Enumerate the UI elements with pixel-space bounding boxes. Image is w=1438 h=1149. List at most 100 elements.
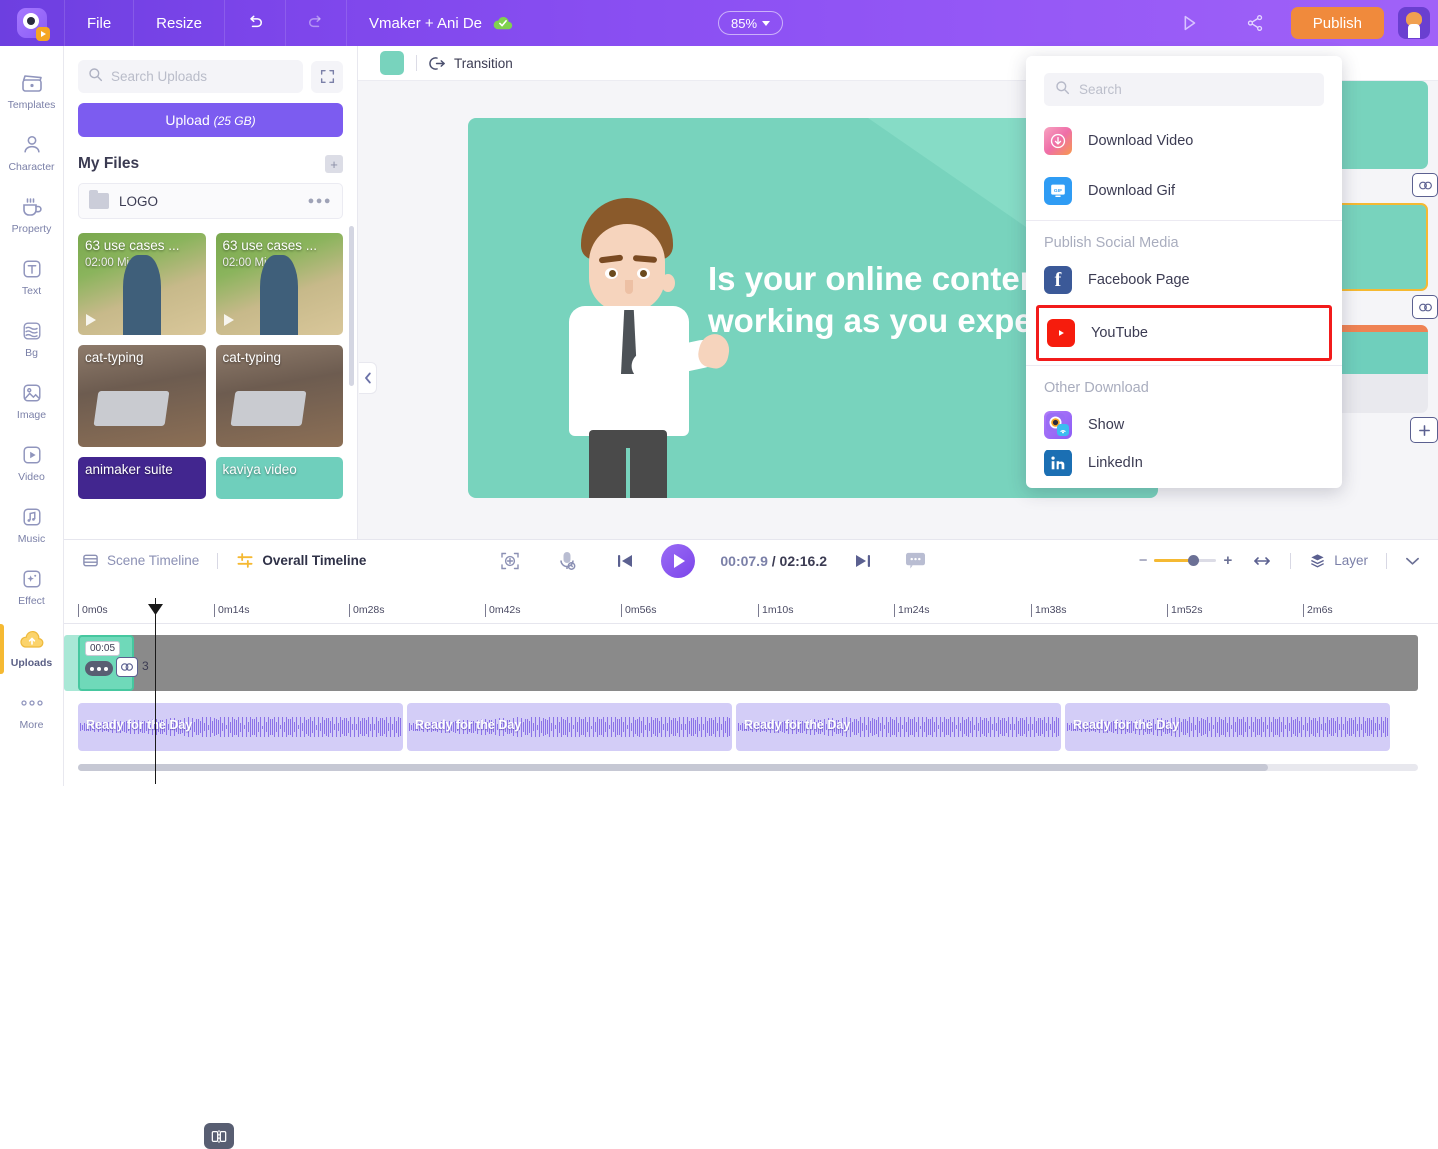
upload-thumbnail[interactable]: kaviya video <box>215 457 343 499</box>
menu-item-download-gif[interactable]: GIF Download Gif <box>1026 166 1342 216</box>
character-illustration[interactable] <box>533 198 733 498</box>
upload-thumbnail[interactable]: 63 use cases ... 02:00 Min. <box>215 233 343 335</box>
play-icon[interactable] <box>223 314 234 326</box>
zoom-level-selector[interactable]: 85% <box>718 11 784 35</box>
character-ear <box>661 274 675 292</box>
ruler-tick: 1m24s <box>894 604 930 617</box>
zoom-in-button[interactable]: + <box>1223 552 1232 569</box>
audio-clip-name: Ready for the Day <box>415 718 522 732</box>
menu-item-facebook-page[interactable]: f Facebook Page <box>1026 255 1342 305</box>
search-uploads-input[interactable] <box>111 69 293 84</box>
transition-button[interactable]: Transition <box>429 56 513 71</box>
ruler-tick: 0m0s <box>78 604 108 617</box>
user-avatar[interactable] <box>1398 7 1430 39</box>
sidebar-item-music[interactable]: Music <box>0 494 64 556</box>
play-icon[interactable] <box>86 314 96 326</box>
record-voice-icon[interactable] <box>557 550 577 572</box>
playhead[interactable] <box>148 598 163 784</box>
zoom-out-button[interactable]: − <box>1139 552 1148 569</box>
left-rail: Templates Character Property Text Bg Ima… <box>0 46 64 786</box>
logo-badge-icon <box>36 27 50 41</box>
collapse-timeline-icon[interactable] <box>1405 556 1420 566</box>
transition-label: Transition <box>454 55 513 71</box>
menu-item-youtube[interactable]: YouTube <box>1039 308 1329 358</box>
upload-button[interactable]: Upload (25 GB) <box>78 103 343 137</box>
dropdown-section-other: Other Download <box>1044 380 1149 396</box>
video-track[interactable]: 00:05 3 <box>64 635 1418 691</box>
upload-thumbnail[interactable]: 63 use cases ... 02:00 Min. <box>78 233 206 335</box>
fit-to-screen-icon[interactable] <box>499 550 521 572</box>
sidebar-item-more[interactable]: More <box>0 680 64 742</box>
character-eye <box>605 268 618 279</box>
folder-item-logo[interactable]: LOGO ●●● <box>78 183 343 219</box>
publish-button[interactable]: Publish <box>1290 7 1384 39</box>
tab-scene-timeline[interactable]: Scene Timeline <box>82 552 199 569</box>
sidebar-item-text[interactable]: Text <box>0 246 64 308</box>
zoom-slider-knob[interactable] <box>1188 555 1200 566</box>
clip-options-icon[interactable] <box>85 661 113 676</box>
sidebar-item-character[interactable]: Character <box>0 122 64 184</box>
subtitle-icon[interactable] <box>904 551 927 570</box>
sidebar-item-effect[interactable]: Effect <box>0 556 64 618</box>
undo-icon[interactable] <box>225 0 285 46</box>
upload-thumbnail[interactable]: cat-typing <box>215 345 343 447</box>
sidebar-item-property[interactable]: Property <box>0 184 64 246</box>
character-icon <box>19 133 45 157</box>
audio-clip[interactable]: Ready for the Day <box>736 703 1061 751</box>
menu-item-download-video[interactable]: Download Video <box>1026 116 1342 166</box>
layer-button[interactable]: Layer <box>1309 552 1368 569</box>
sidebar-item-image[interactable]: Image <box>0 370 64 432</box>
project-title-wrap[interactable]: Vmaker + Ani De <box>347 15 514 32</box>
dropdown-search-input[interactable] <box>1079 82 1313 97</box>
audio-clip[interactable]: Ready for the Day <box>78 703 403 751</box>
ruler-tick: 0m28s <box>349 604 385 617</box>
sidebar-item-bg[interactable]: Bg <box>0 308 64 370</box>
more-icon <box>19 691 45 715</box>
upload-thumbnail[interactable]: cat-typing <box>78 345 206 447</box>
menu-item-show[interactable]: Show <box>1026 400 1342 450</box>
menu-item-label: YouTube <box>1091 325 1148 341</box>
menu-file[interactable]: File <box>65 0 133 46</box>
character-eye <box>637 268 650 279</box>
link-scenes-icon[interactable] <box>1412 173 1438 197</box>
zoom-slider-track[interactable] <box>1154 555 1217 566</box>
app-logo[interactable] <box>0 0 64 46</box>
export-dropdown-menu: Download Video GIF Download Gif Publish … <box>1026 56 1342 488</box>
clip-link-icon[interactable] <box>116 657 138 677</box>
audio-track[interactable]: Ready for the Day Ready for the Day Read… <box>78 703 1418 751</box>
tab-overall-timeline[interactable]: Overall Timeline <box>236 552 366 569</box>
link-scenes-icon[interactable] <box>1412 295 1438 319</box>
more-dots-icon[interactable]: ●●● <box>308 195 332 207</box>
timeline-ruler[interactable]: 0m0s 0m14s 0m28s 0m42s 0m56s 1m10s 1m24s… <box>64 604 1438 624</box>
animaker-logo-icon <box>17 8 50 41</box>
upload-thumbnail[interactable]: animaker suite <box>78 457 206 499</box>
audio-clip[interactable]: Ready for the Day <box>1065 703 1390 751</box>
sidebar-item-uploads[interactable]: Uploads <box>0 618 64 680</box>
add-folder-icon[interactable]: + <box>325 155 343 173</box>
dropdown-search-box[interactable] <box>1044 73 1324 106</box>
sidebar-label: Image <box>16 409 47 421</box>
audio-clip[interactable]: Ready for the Day <box>407 703 732 751</box>
background-icon <box>19 319 45 343</box>
fit-width-icon[interactable] <box>1252 554 1272 568</box>
audio-clip-name: Ready for the Day <box>1073 718 1180 732</box>
share-icon[interactable] <box>1225 0 1285 46</box>
panel-scrollbar[interactable] <box>349 226 354 386</box>
menu-resize[interactable]: Resize <box>134 0 224 46</box>
scene-color-swatch[interactable] <box>380 51 404 75</box>
redo-icon[interactable] <box>286 0 346 46</box>
previous-scene-icon[interactable] <box>615 553 635 569</box>
play-button[interactable] <box>661 543 696 578</box>
sidebar-item-templates[interactable]: Templates <box>0 60 64 122</box>
add-scene-icon[interactable] <box>1410 417 1438 443</box>
timeline-zoom-slider[interactable]: − + <box>1139 552 1233 569</box>
split-clip-icon[interactable] <box>204 1123 234 1149</box>
menu-item-linkedin[interactable]: LinkedIn <box>1026 450 1342 476</box>
panel-collapse-button[interactable] <box>359 362 377 394</box>
expand-icon[interactable] <box>311 60 343 93</box>
sidebar-item-video[interactable]: Video <box>0 432 64 494</box>
preview-play-icon[interactable] <box>1159 0 1219 46</box>
timeline-horizontal-scrollbar[interactable] <box>78 764 1418 771</box>
search-uploads-box[interactable] <box>78 60 303 93</box>
next-scene-icon[interactable] <box>853 553 873 569</box>
